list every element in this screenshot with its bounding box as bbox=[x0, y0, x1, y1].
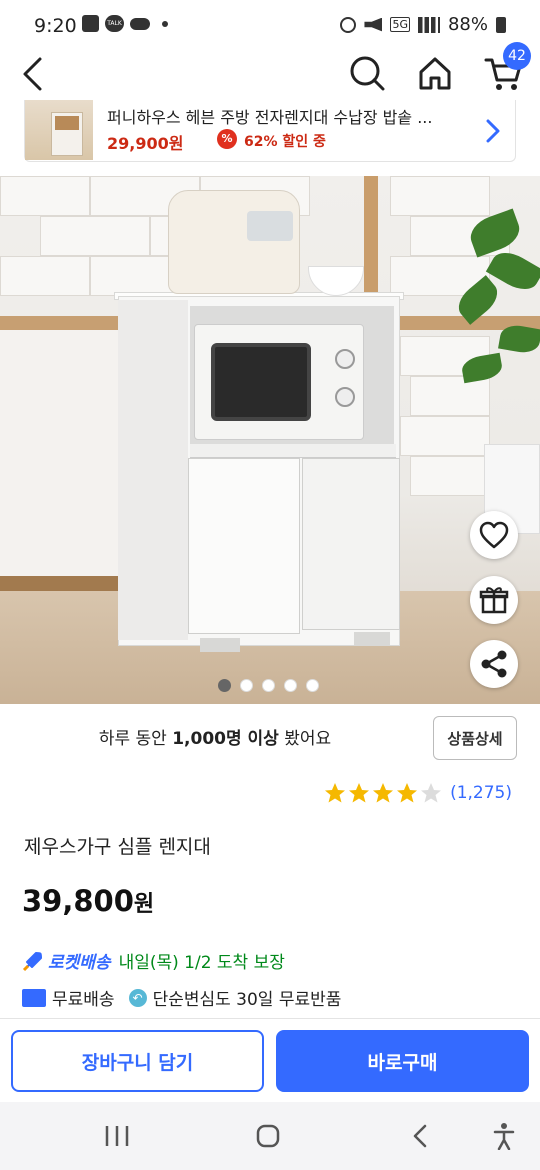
share-button[interactable] bbox=[470, 640, 518, 688]
rocket-brand: 로켓배송 bbox=[48, 953, 111, 973]
views-suffix: 봤어요 bbox=[284, 729, 332, 749]
talk-notification-icon: TALK bbox=[105, 15, 124, 32]
bottom-action-bar: 장바구니 담기 바로구매 bbox=[0, 1018, 540, 1102]
gallery-dot[interactable] bbox=[262, 679, 275, 692]
gallery-dot[interactable] bbox=[218, 679, 231, 692]
price-value: 39,800 bbox=[22, 884, 134, 918]
views-prefix: 하루 동안 bbox=[98, 729, 167, 749]
banner-discount: 62% 할인 중 bbox=[244, 134, 326, 150]
status-time: 9:20 bbox=[34, 15, 77, 37]
rocket-icon bbox=[22, 951, 42, 971]
wishlist-button[interactable] bbox=[470, 511, 518, 559]
accessibility-icon[interactable] bbox=[492, 1122, 516, 1150]
cart-badge: 42 bbox=[503, 42, 531, 70]
views-count: 1,000명 이상 bbox=[172, 729, 279, 749]
star-icon bbox=[325, 783, 346, 803]
gift-button[interactable] bbox=[470, 576, 518, 624]
product-price: 39,800원 bbox=[22, 884, 154, 918]
home-icon[interactable] bbox=[416, 54, 454, 92]
free-shipping: 무료배송 bbox=[52, 990, 115, 1010]
rating[interactable]: (1,275) bbox=[324, 782, 512, 804]
banner-thumbnail bbox=[25, 100, 93, 160]
system-nav-bar bbox=[0, 1102, 540, 1170]
delivery-eta: 내일(목) 1/2 도착 보장 bbox=[118, 953, 285, 973]
cloud-icon bbox=[130, 17, 150, 30]
home-nav-icon[interactable] bbox=[256, 1124, 280, 1148]
star-icon bbox=[397, 783, 418, 803]
product-detail-button[interactable]: 상품상세 bbox=[433, 716, 517, 760]
notification-icons: TALK bbox=[82, 15, 168, 32]
buy-now-button[interactable]: 바로구매 bbox=[276, 1030, 529, 1092]
share-icon bbox=[481, 650, 507, 678]
gallery-dot[interactable] bbox=[240, 679, 253, 692]
view-count-text: 하루 동안 1,000명 이상 봤어요 bbox=[0, 724, 430, 749]
back-arrow-icon[interactable] bbox=[20, 56, 46, 92]
product-name: 제우스가구 심플 렌지대 bbox=[24, 836, 211, 858]
free-return: 단순변심도 30일 무료반품 bbox=[152, 990, 342, 1010]
gift-icon bbox=[479, 587, 509, 614]
return-icon: ↶ bbox=[128, 988, 147, 1007]
alarm-icon bbox=[340, 16, 357, 33]
more-notifications-icon bbox=[162, 20, 168, 27]
network-type: 5G bbox=[390, 17, 410, 32]
product-image[interactable] bbox=[0, 176, 540, 704]
signal-icon bbox=[417, 16, 440, 33]
star-icon bbox=[373, 783, 394, 803]
truck-icon bbox=[22, 988, 46, 1007]
related-product-banner[interactable]: 퍼니하우스 헤븐 주방 전자렌지대 수납장 밥솥 ... 29,900원 % 6… bbox=[24, 100, 516, 162]
heart-icon bbox=[479, 521, 509, 549]
battery-icon bbox=[496, 16, 506, 33]
gallery-notification-icon bbox=[82, 15, 99, 32]
mute-icon bbox=[364, 17, 383, 32]
back-nav-icon[interactable] bbox=[410, 1124, 430, 1148]
add-to-cart-button[interactable]: 장바구니 담기 bbox=[11, 1030, 264, 1092]
star-icon bbox=[421, 783, 442, 803]
discount-icon: % bbox=[217, 129, 237, 149]
banner-title: 퍼니하우스 헤븐 주방 전자렌지대 수납장 밥솥 ... bbox=[107, 108, 433, 127]
system-icons: 5G 88% bbox=[340, 14, 506, 35]
app-header: 42 bbox=[0, 42, 540, 96]
shipping-benefits: 무료배송 ↶ 단순변심도 30일 무료반품 bbox=[22, 985, 341, 1010]
search-icon[interactable] bbox=[348, 54, 386, 92]
chevron-right-icon bbox=[486, 119, 500, 143]
rocket-delivery-info: 로켓배송 내일(목) 1/2 도착 보장 bbox=[22, 948, 285, 973]
battery-percent: 88% bbox=[447, 14, 488, 35]
status-bar: 9:20 TALK 5G 88% bbox=[0, 0, 540, 52]
review-count[interactable]: (1,275) bbox=[450, 783, 512, 803]
gallery-dot[interactable] bbox=[306, 679, 319, 692]
star-rating bbox=[324, 782, 442, 804]
star-icon bbox=[349, 783, 370, 803]
gallery-dot[interactable] bbox=[284, 679, 297, 692]
banner-price: 29,900원 bbox=[107, 134, 184, 153]
gallery-pagination bbox=[218, 679, 319, 692]
recent-apps-icon[interactable] bbox=[104, 1124, 130, 1148]
price-currency: 원 bbox=[133, 892, 155, 917]
